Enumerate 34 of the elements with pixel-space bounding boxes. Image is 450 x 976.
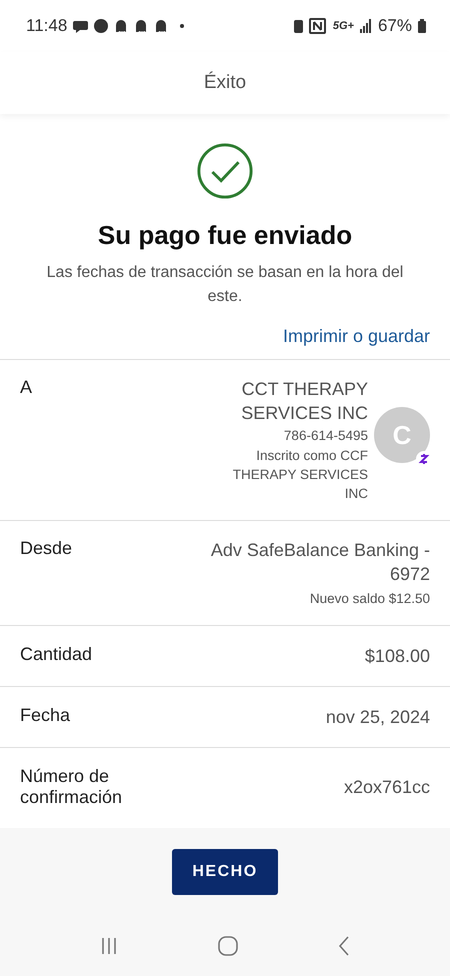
- ghost-icon: [134, 19, 148, 33]
- success-heading: Su pago fue enviado: [98, 220, 352, 251]
- signal-icon: [360, 19, 372, 33]
- done-button[interactable]: HECHO: [172, 848, 278, 894]
- battery-percent: 67%: [378, 16, 412, 36]
- battery-icon: [418, 19, 426, 33]
- network-type: 5G+: [332, 20, 354, 32]
- status-time: 11:48: [26, 16, 68, 36]
- ghost-icon: [114, 19, 128, 33]
- recipient-name: CCT THERAPY SERVICES INC: [240, 378, 368, 425]
- circle-app-icon: [94, 19, 108, 33]
- row-label: Fecha: [20, 705, 72, 727]
- row-label: Número de confirmación: [20, 766, 124, 808]
- row-value: nov 25, 2024: [326, 706, 430, 729]
- chat-bubble-icon: [73, 18, 88, 34]
- ghost-icon: [154, 19, 168, 33]
- row-value: $108.00: [364, 645, 430, 668]
- payment-badge-icon: [416, 451, 432, 467]
- new-balance: Nuevo saldo $12.50: [310, 590, 430, 608]
- account-name: Adv SafeBalance Banking - 6972: [210, 539, 430, 586]
- recipient-phone: 786-614-5495: [284, 427, 368, 445]
- screen-title: Éxito: [204, 72, 246, 94]
- home-icon[interactable]: [217, 934, 239, 956]
- print-save-link[interactable]: Imprimir o guardar: [282, 326, 430, 347]
- timezone-note: Las fechas de transacción se basan en la hora del este.: [46, 263, 404, 307]
- more-notifications-icon: [180, 24, 184, 28]
- enrolled-name: Inscrito como CCF THERAPY SERVICES INC: [232, 447, 368, 503]
- row-label: A: [20, 377, 34, 399]
- row-label: Cantidad: [20, 644, 94, 666]
- success-check-icon: [196, 142, 254, 200]
- recent-apps-icon[interactable]: [99, 936, 119, 956]
- row-label: Desde: [20, 538, 74, 560]
- back-icon[interactable]: [337, 934, 351, 956]
- row-value: x2ox761cc: [344, 776, 430, 799]
